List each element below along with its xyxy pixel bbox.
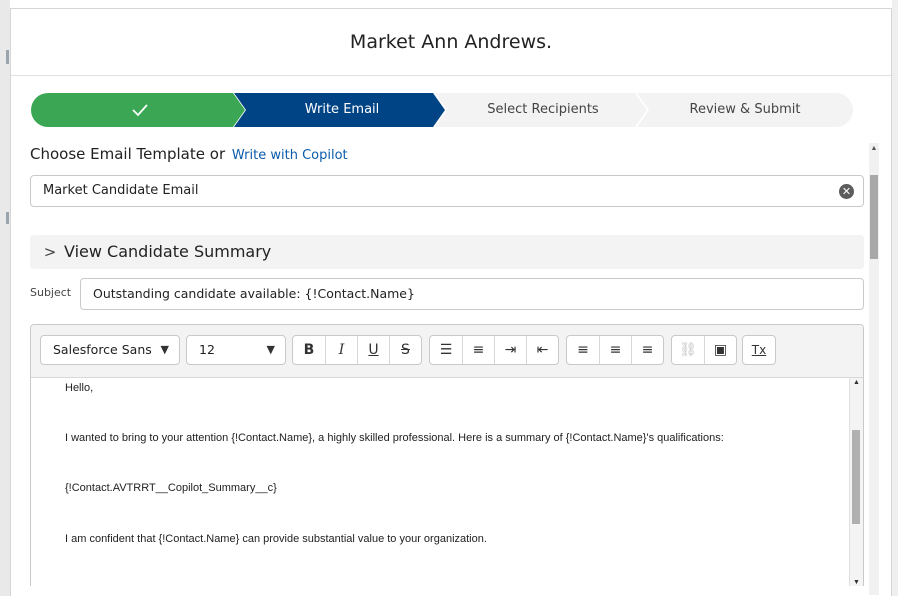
font-family-select[interactable]: Salesforce Sans ▼: [40, 335, 180, 365]
font-family-value: Salesforce Sans: [53, 342, 152, 357]
scrollbar-thumb[interactable]: [852, 430, 860, 524]
scroll-up-icon[interactable]: ▲: [850, 379, 863, 386]
numbered-list-button[interactable]: ≡: [462, 336, 494, 364]
body-paragraph: Hello,: [65, 382, 94, 394]
email-body-scrollbar[interactable]: ▲ ▼: [849, 378, 863, 586]
template-label-text: Choose Email Template: [30, 145, 205, 163]
clear-format-group: Tx: [742, 335, 776, 365]
template-or-text: or: [209, 145, 226, 163]
email-template-combobox[interactable]: Market Candidate Email ✕: [30, 175, 864, 207]
email-body[interactable]: Hello, I wanted to bring to your attenti…: [31, 378, 851, 586]
write-with-copilot-link[interactable]: Write with Copilot: [232, 148, 348, 163]
view-candidate-summary-toggle[interactable]: > View Candidate Summary: [30, 235, 864, 269]
subject-label: Subject: [30, 286, 72, 299]
body-paragraph: {!Contact.AVTRRT__Copilot_Summary__c}: [65, 482, 277, 494]
text-format-group: B I U S: [292, 335, 422, 365]
path-step-label: Review & Submit: [689, 102, 801, 117]
scroll-up-icon[interactable]: ▲: [869, 145, 879, 152]
scrollbar-thumb[interactable]: [870, 175, 878, 259]
clear-icon[interactable]: ✕: [839, 184, 854, 199]
align-center-button[interactable]: ≡: [599, 336, 631, 364]
email-modal: Market Ann Andrews. Write Email Select R…: [10, 8, 892, 596]
modal-content: Choose Email Template or Write with Copi…: [11, 137, 864, 597]
caret-down-icon: ▼: [160, 343, 169, 356]
scroll-down-icon[interactable]: ▼: [850, 579, 863, 586]
progress-path: Write Email Select Recipients Review & S…: [31, 93, 853, 127]
link-button[interactable]: ⛓: [672, 336, 704, 364]
align-right-button[interactable]: ≡: [631, 336, 663, 364]
clear-formatting-button[interactable]: Tx: [743, 336, 775, 364]
insert-group: ⛓ ▣: [671, 335, 737, 365]
body-paragraph: I wanted to bring to your attention {!Co…: [65, 432, 724, 444]
list-format-group: ☰ ≡ ⇥ ⇤: [429, 335, 559, 365]
path-step-label: Select Recipients: [487, 102, 599, 117]
modal-scrollbar[interactable]: ▲: [869, 143, 879, 595]
bulleted-list-button[interactable]: ☰: [430, 336, 462, 364]
underline-button[interactable]: U: [357, 336, 389, 364]
modal-title: Market Ann Andrews.: [349, 31, 553, 53]
page-backdrop-left: [0, 0, 10, 596]
align-left-button[interactable]: ≡: [567, 336, 599, 364]
path-step-complete[interactable]: [31, 93, 245, 127]
backdrop-mark: [6, 50, 9, 64]
strikethrough-button[interactable]: S: [389, 336, 421, 364]
image-button[interactable]: ▣: [704, 336, 736, 364]
caret-down-icon: ▼: [266, 343, 275, 356]
template-label: Choose Email Template or Write with Copi…: [30, 145, 348, 163]
email-template-value: Market Candidate Email: [43, 183, 199, 198]
subject-input[interactable]: Outstanding candidate available: {!Conta…: [80, 278, 864, 310]
modal-header: Market Ann Andrews.: [11, 9, 891, 76]
backdrop-mark: [6, 212, 9, 224]
outdent-button[interactable]: ⇤: [526, 336, 558, 364]
indent-button[interactable]: ⇥: [494, 336, 526, 364]
page-backdrop-right: [892, 0, 898, 596]
rich-text-editor: Salesforce Sans ▼ 12 ▼ B I U S ☰ ≡ ⇥ ⇤ ≡…: [30, 324, 864, 586]
italic-button[interactable]: I: [325, 336, 357, 364]
editor-toolbar: Salesforce Sans ▼ 12 ▼ B I U S ☰ ≡ ⇥ ⇤ ≡…: [31, 325, 863, 378]
font-size-select[interactable]: 12 ▼: [186, 335, 286, 365]
body-paragraph: I am confident that {!Contact.Name} can …: [65, 533, 487, 545]
section-label: View Candidate Summary: [64, 242, 272, 261]
bold-button[interactable]: B: [293, 336, 325, 364]
font-size-value: 12: [199, 342, 215, 357]
chevron-right-icon: >: [43, 243, 57, 261]
align-group: ≡ ≡ ≡: [566, 335, 664, 365]
path-step-label: Write Email: [304, 102, 380, 117]
